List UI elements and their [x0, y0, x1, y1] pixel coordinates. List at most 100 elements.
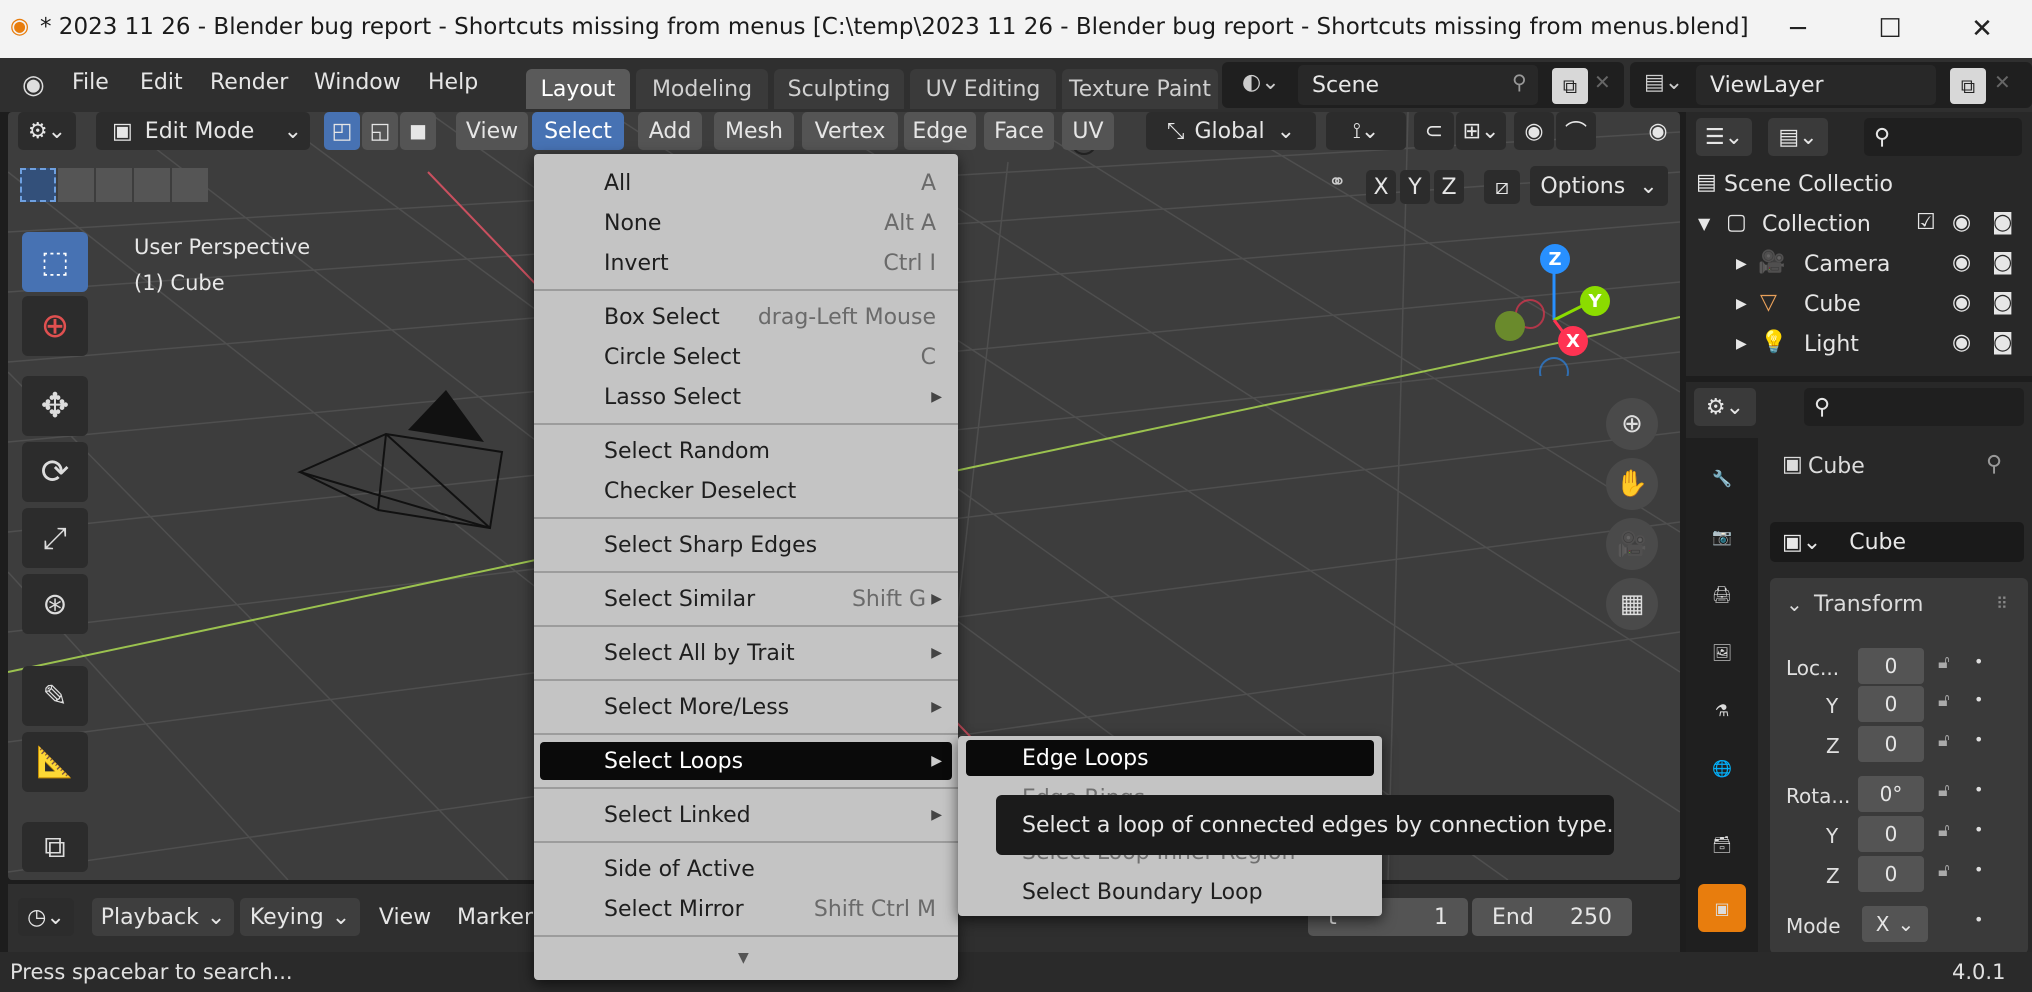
zoom-icon[interactable]: ⊕ — [1606, 398, 1658, 450]
menu-view[interactable]: View — [456, 112, 528, 150]
menu-vertex[interactable]: Vertex — [802, 112, 898, 150]
outliner-item-cube[interactable]: ▶ ▽ Cube ◉ ◙ — [1686, 286, 2032, 326]
menu-window[interactable]: Window — [314, 70, 401, 95]
timeline-view-menu[interactable]: View — [370, 898, 440, 936]
blender-menu-icon[interactable]: ◉ — [22, 70, 45, 100]
menu-edge[interactable]: Edge — [904, 112, 976, 150]
menu-item-select-mirror[interactable]: Select Mirror Shift Ctrl M — [540, 890, 952, 928]
annotate-tool-icon[interactable]: ✎ — [22, 666, 88, 726]
drag-handle-icon[interactable]: ⠿ — [1996, 594, 2008, 613]
collection-tab-icon[interactable]: 🗃 — [1698, 820, 1746, 868]
mode-dropdown[interactable]: ▣ Edit Mode ⌄ — [96, 112, 310, 150]
lock-icon[interactable]: 🔓︎ — [1938, 780, 1950, 801]
menu-item-box-select[interactable]: Box Select drag-Left Mouse — [540, 298, 952, 336]
visibility-icon[interactable]: ◉ — [1640, 112, 1676, 150]
lock-icon[interactable]: 🔓︎ — [1938, 690, 1950, 711]
transform-tool-icon[interactable]: ⊛ — [22, 574, 88, 634]
pin-icon[interactable]: ⚲ — [1986, 452, 2002, 477]
select-subtract-icon[interactable] — [96, 168, 132, 202]
expand-icon[interactable]: ▶ — [1736, 256, 1747, 272]
scene-field[interactable]: Scene — [1298, 65, 1538, 105]
pivot-icon[interactable]: ⟟⌄ — [1326, 112, 1406, 150]
auto-merge-icon[interactable]: ⧄ — [1484, 170, 1520, 204]
properties-search-input[interactable]: ⚲ — [1804, 388, 2024, 426]
scene-collection-row[interactable]: ▤ Scene Collectio — [1686, 166, 2032, 206]
menu-item-circle-select[interactable]: Circle Select C — [540, 338, 952, 376]
menu-item-checker-deselect[interactable]: Checker Deselect — [540, 472, 952, 510]
keyframe-dot-icon[interactable]: • — [1974, 690, 1983, 709]
outliner-item-camera[interactable]: ▶ 🎥 Camera ◉ ◙ — [1686, 246, 2032, 286]
camera-render-icon[interactable]: ◙ — [1992, 250, 2013, 275]
mirror-x-toggle[interactable]: X — [1366, 170, 1396, 204]
mirror-z-toggle[interactable]: Z — [1434, 170, 1464, 204]
tab-modeling[interactable]: Modeling — [636, 69, 768, 109]
tab-uv-editing[interactable]: UV Editing — [910, 69, 1056, 109]
viewlayer-icon[interactable]: ▤⌄ — [1644, 70, 1683, 95]
lock-icon[interactable]: 🔓︎ — [1938, 860, 1950, 881]
delete-scene-icon[interactable]: ✕ — [1594, 70, 1611, 94]
outliner-search-input[interactable]: ⚲ — [1864, 118, 2022, 156]
proportional-edit-icon[interactable]: ◉ — [1514, 112, 1554, 150]
gizmo-x-axis[interactable]: X — [1558, 326, 1588, 356]
tab-texture-paint[interactable]: Texture Paint — [1062, 69, 1218, 109]
keyframe-dot-icon[interactable]: • — [1974, 730, 1983, 749]
checkbox-icon[interactable]: ☑ — [1916, 210, 1936, 235]
expand-icon[interactable]: ▶ — [1736, 336, 1747, 352]
camera-view-icon[interactable]: 🎥 — [1606, 518, 1658, 570]
submenu-item-edge-loops[interactable]: Edge Loops — [966, 740, 1374, 776]
gizmo-y-axis[interactable]: Y — [1580, 286, 1610, 316]
close-button[interactable]: ✕ — [1936, 0, 2028, 58]
location-y-field[interactable]: 0 — [1858, 686, 1924, 722]
falloff-icon[interactable]: ⌒ — [1556, 112, 1596, 150]
scene-tab-icon[interactable]: ⚗ — [1698, 686, 1746, 734]
select-intersect-icon[interactable] — [172, 168, 208, 202]
playback-dropdown[interactable]: Playback ⌄ — [92, 898, 234, 936]
eye-icon[interactable]: ◉ — [1952, 330, 1971, 355]
new-scene-icon[interactable]: ⧉ — [1552, 68, 1588, 104]
camera-render-icon[interactable]: ◙ — [1992, 330, 2013, 355]
submenu-item-select-boundary-loop[interactable]: Select Boundary Loop — [966, 874, 1374, 910]
expand-icon[interactable]: ▼ — [1698, 214, 1710, 233]
collapse-chevron-icon[interactable]: ⌄ — [1786, 592, 1803, 616]
menu-edit[interactable]: Edit — [140, 70, 183, 95]
outliner-editor-icon[interactable]: ☰⌄ — [1696, 118, 1752, 156]
keyframe-dot-icon[interactable]: • — [1974, 820, 1983, 839]
output-tab-icon[interactable]: 🖨 — [1698, 570, 1746, 618]
lock-icon[interactable]: 🔓︎ — [1938, 730, 1950, 751]
menu-item-invert[interactable]: Invert Ctrl I — [540, 244, 952, 282]
cursor-tool-icon[interactable]: ⊕ — [22, 296, 88, 356]
world-tab-icon[interactable]: 🌐 — [1698, 744, 1746, 792]
select-extend-icon[interactable] — [58, 168, 94, 202]
menu-select[interactable]: Select — [532, 112, 624, 150]
menu-item-select-random[interactable]: Select Random — [540, 432, 952, 470]
menu-help[interactable]: Help — [428, 70, 478, 95]
display-mode-icon[interactable]: ▤⌄ — [1768, 118, 1828, 156]
menu-item-none[interactable]: None Alt A — [540, 204, 952, 242]
select-invert-icon[interactable] — [134, 168, 170, 202]
scroll-down-icon[interactable]: ▼ — [738, 950, 749, 966]
select-box-tool-icon[interactable]: ⬚ — [22, 232, 88, 292]
add-cube-tool-icon[interactable]: ⧉ — [22, 822, 88, 872]
outliner-item-light[interactable]: ▶ 💡 Light ◉ ◙ — [1686, 326, 2032, 366]
tool-tab-icon[interactable]: 🔧 — [1698, 454, 1746, 502]
view-layer-tab-icon[interactable]: 🖼 — [1698, 628, 1746, 676]
scene-icon[interactable]: ◐⌄ — [1242, 70, 1280, 95]
tab-layout[interactable]: Layout — [526, 69, 630, 109]
options-dropdown[interactable]: Options ⌄ — [1530, 166, 1668, 206]
minimize-button[interactable]: ─ — [1752, 0, 1844, 58]
face-select-icon[interactable]: ◼ — [400, 112, 436, 150]
location-x-field[interactable]: 0 — [1858, 648, 1924, 684]
measure-tool-icon[interactable]: 📐 — [22, 732, 88, 792]
menu-uv[interactable]: UV — [1062, 112, 1114, 150]
rotation-z-field[interactable]: 0 — [1858, 856, 1924, 892]
menu-item-select-linked[interactable]: Select Linked ▶ — [540, 796, 952, 834]
gizmo-z-axis[interactable]: Z — [1540, 244, 1570, 274]
snap-target-icon[interactable]: ⊞⌄ — [1456, 112, 1506, 150]
select-box-mode-icon[interactable] — [20, 168, 56, 202]
keyframe-dot-icon[interactable]: • — [1974, 780, 1983, 799]
keyframe-dot-icon[interactable]: • — [1974, 652, 1983, 671]
end-frame-field[interactable]: End 250 — [1472, 898, 1632, 936]
object-name-field[interactable]: ▣⌄ Cube — [1770, 522, 2024, 562]
lock-icon[interactable]: 🔓︎ — [1938, 820, 1950, 841]
keyframe-dot-icon[interactable]: • — [1974, 910, 1983, 929]
